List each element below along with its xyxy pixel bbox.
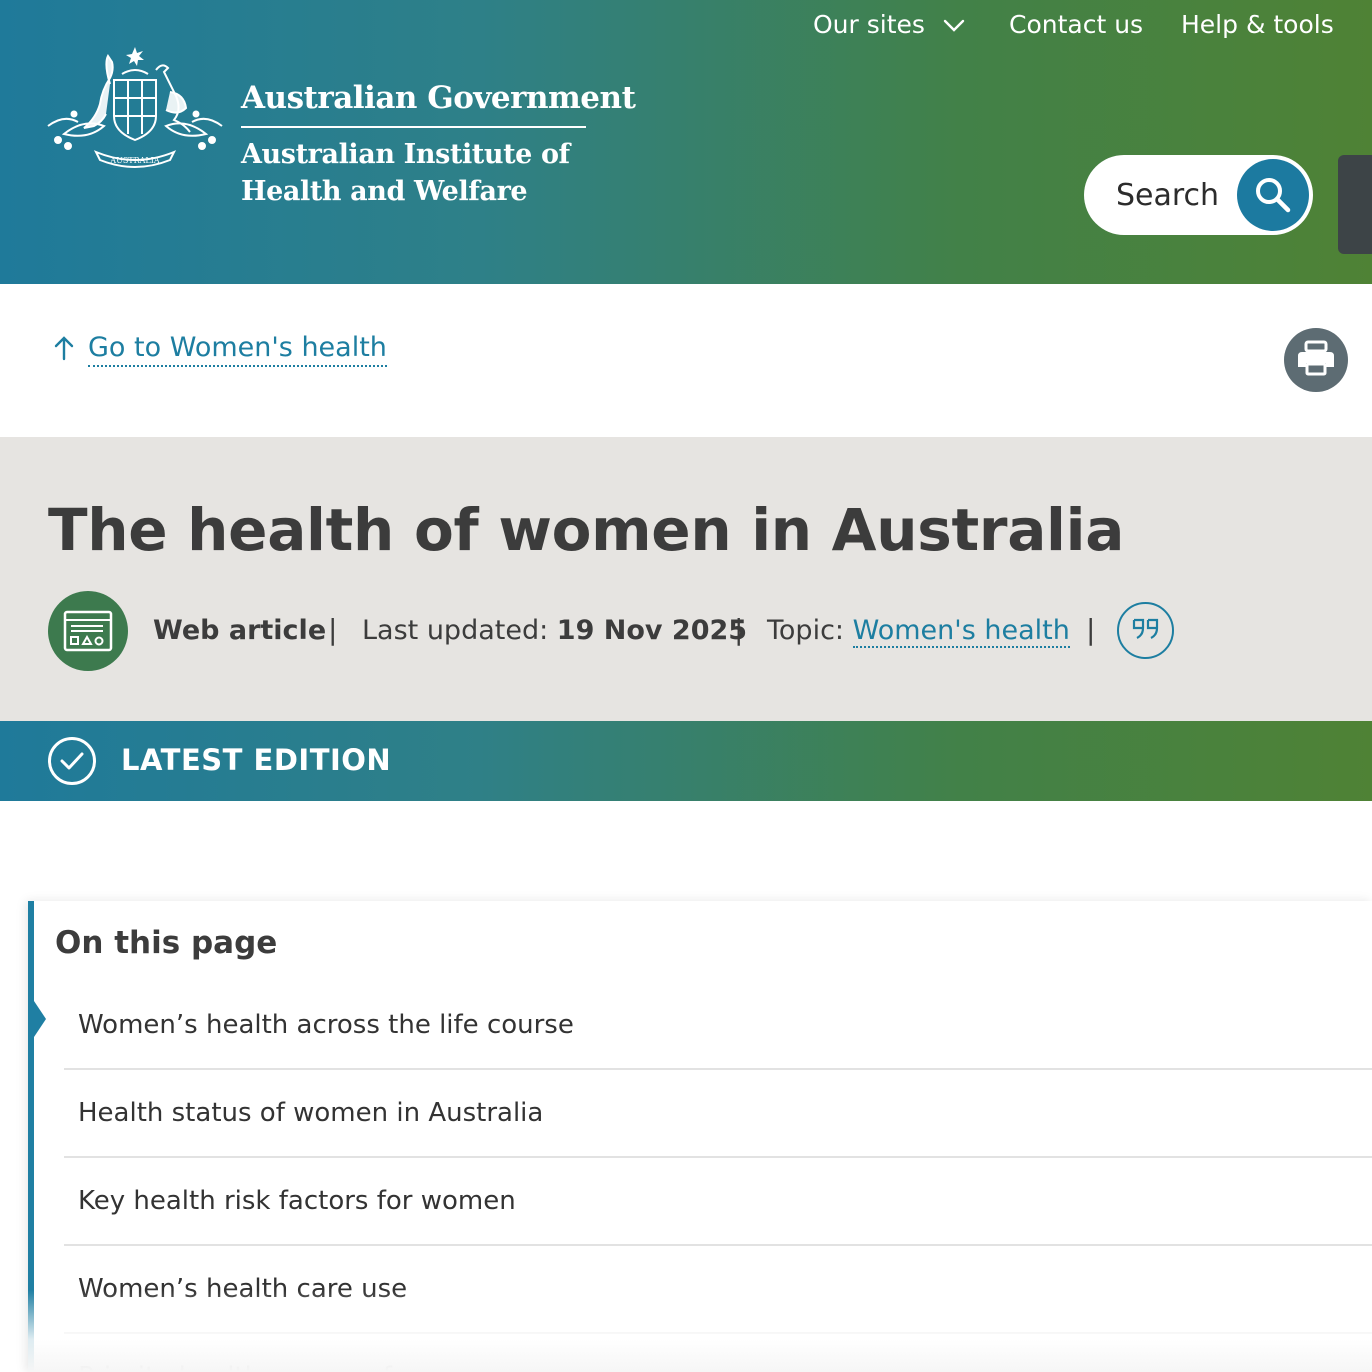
agency-line-1: Australian Institute of [241, 139, 570, 170]
meta-separator: | [734, 613, 744, 646]
title-band [0, 437, 1372, 721]
coat-of-arms-icon: AUSTRALIA [44, 44, 226, 178]
last-updated: Last updated: 19 Nov 2025 [362, 615, 747, 646]
toc-link[interactable]: Key health risk factors for women [78, 1186, 516, 1216]
on-this-page-panel: On this page Women’s health across the l… [28, 901, 1372, 1372]
print-icon [1296, 339, 1336, 381]
on-this-page-title: On this page [55, 925, 278, 961]
topic-link[interactable]: Women's health [852, 615, 1070, 648]
check-circle-icon [48, 737, 96, 785]
topic: Topic: Women's health [767, 615, 1070, 648]
toc-link[interactable]: Health status of women in Australia [78, 1098, 543, 1128]
toc-link[interactable]: Priority health groups of women [78, 1362, 495, 1372]
quote-icon [1131, 617, 1161, 645]
logo-divider [241, 126, 586, 128]
help-tools-link[interactable]: Help & tools [1181, 10, 1334, 39]
on-this-page-list: Women’s health across the life course He… [64, 982, 1372, 1372]
web-article-icon [48, 591, 128, 671]
last-updated-label: Last updated: [362, 615, 549, 646]
page-title: The health of women in Australia [48, 496, 1125, 564]
crest-label: AUSTRALIA [109, 156, 160, 165]
chevron-down-icon [943, 10, 965, 39]
latest-edition-label: LATEST EDITION [121, 743, 392, 777]
agency-line-2: Health and Welfare [241, 176, 528, 207]
agency-name: Australian Institute of Health and Welfa… [241, 136, 570, 210]
list-item: Key health risk factors for women [64, 1158, 1372, 1246]
cite-button[interactable] [1117, 602, 1174, 659]
search-label: Search [1116, 177, 1220, 213]
search-icon [1237, 159, 1309, 231]
latest-edition-banner: LATEST EDITION [0, 721, 1372, 801]
our-sites-link[interactable]: Our sites [813, 10, 965, 39]
search-button[interactable]: Search [1084, 155, 1313, 235]
list-item: Health status of women in Australia [64, 1070, 1372, 1158]
toc-link[interactable]: Women’s health across the life course [78, 1010, 574, 1040]
arrow-up-icon [52, 335, 76, 365]
list-item: Women’s health across the life course [64, 982, 1372, 1070]
toc-link[interactable]: Women’s health care use [78, 1274, 407, 1304]
our-sites-label: Our sites [813, 9, 925, 39]
article-meta: Web article | Last updated: 19 Nov 2025 … [48, 591, 1248, 671]
contact-us-link[interactable]: Contact us [1009, 10, 1143, 39]
topic-label: Topic: [767, 615, 845, 646]
meta-separator: | [328, 613, 338, 646]
breadcrumb: Go to Women's health [52, 332, 387, 367]
breadcrumb-link[interactable]: Go to Women's health [88, 332, 387, 367]
meta-separator: | [1086, 613, 1096, 646]
last-updated-value: 19 Nov 2025 [556, 615, 748, 646]
article-type: Web article [153, 615, 327, 646]
progress-bar [28, 901, 34, 1372]
government-title: Australian Government [241, 80, 636, 116]
print-button[interactable] [1284, 328, 1348, 392]
list-item: Women’s health care use [64, 1246, 1372, 1334]
active-indicator [34, 1001, 46, 1037]
side-feedback-tab[interactable] [1338, 155, 1372, 254]
site-header: Our sites Contact us Help & tools AUSTRA… [0, 0, 1372, 284]
list-item: Priority health groups of women [64, 1334, 1372, 1372]
